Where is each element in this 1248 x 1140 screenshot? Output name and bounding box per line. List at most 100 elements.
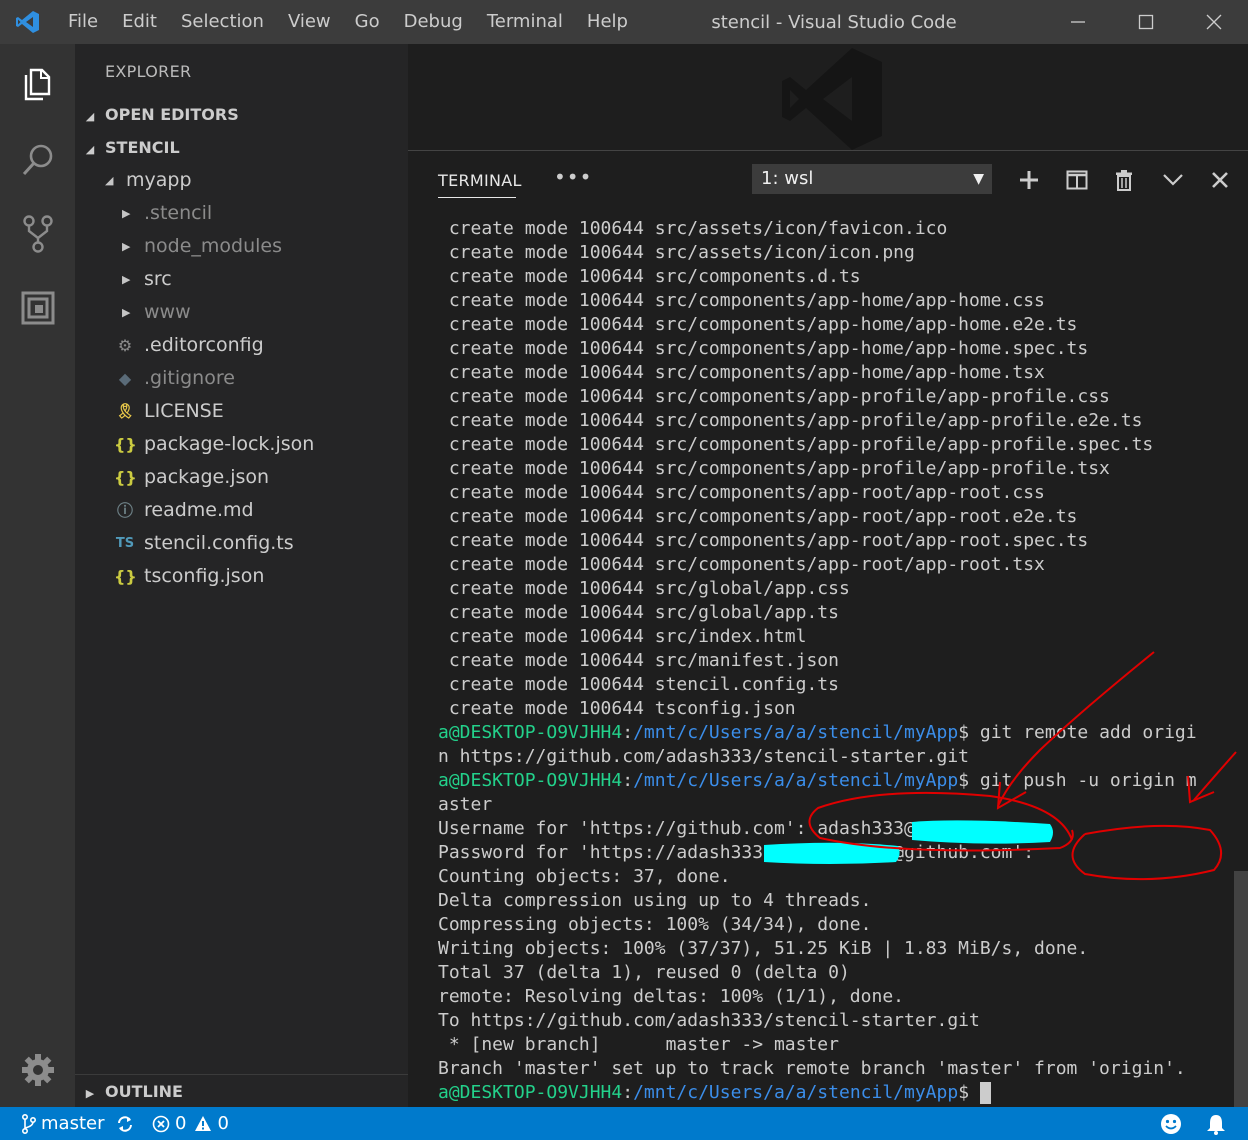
explorer-sidebar: EXPLORER ◢ OPEN EDITORS ◢ STENCIL ◢ myapp ▶.… (75, 44, 408, 1107)
terminal-line: Total 37 (delta 1), reused 0 (delta 0) (438, 962, 850, 983)
terminal-scrollbar[interactable] (1234, 871, 1248, 1107)
terminal-line: create mode 100644 src/components/app-ro… (438, 554, 1045, 575)
menu-go[interactable]: Go (343, 0, 392, 44)
warning-count: 0 (217, 1113, 229, 1134)
terminal-line: Branch 'master' set up to track remote b… (438, 1058, 1186, 1079)
tree-item[interactable]: 🎗 LICENSE (75, 395, 408, 428)
tree-item[interactable]: {} tsconfig.json (75, 560, 408, 593)
prompt-user: a@DESKTOP-O9VJHH4 (438, 1082, 623, 1103)
tree-item[interactable]: ⚙ .editorconfig (75, 329, 408, 362)
menu-view[interactable]: View (276, 0, 343, 44)
plus-icon (1020, 171, 1038, 189)
json-file-icon: {} (114, 567, 137, 586)
files-icon[interactable] (0, 46, 75, 122)
menu-selection[interactable]: Selection (169, 0, 276, 44)
sync-button[interactable] (116, 1107, 134, 1140)
terminal-line: To https://github.com/adash333/stencil-s… (438, 1010, 980, 1031)
split-terminal-button[interactable] (1062, 165, 1092, 195)
terminal-command (969, 1082, 980, 1103)
tree-item[interactable]: ▶ src (75, 263, 408, 296)
more-actions-icon[interactable]: ••• (554, 165, 592, 189)
tree-item[interactable]: ▶ www (75, 296, 408, 329)
bottom-panel: TERMINAL ••• 1: wsl ▼ create mode 100644… (408, 150, 1248, 1108)
tree-item[interactable]: ▶ .stencil (75, 197, 408, 230)
close-window-button[interactable] (1180, 0, 1248, 44)
notifications-button[interactable] (1205, 1107, 1227, 1140)
terminal-command: git push -u origin m (969, 770, 1197, 791)
close-icon (1206, 14, 1222, 30)
tree-item-label: .editorconfig (144, 334, 264, 356)
tree-item[interactable]: ◢ myapp (75, 164, 408, 197)
tree-item[interactable]: TS stencil.config.ts (75, 527, 408, 560)
chevron-down-icon: ◢ (105, 174, 114, 187)
terminal-select[interactable]: 1: wsl ▼ (752, 164, 992, 194)
minimize-icon (1071, 21, 1085, 23)
workspace-header[interactable]: ◢ STENCIL (75, 131, 408, 164)
menu-edit[interactable]: Edit (110, 0, 169, 44)
typescript-file-icon: TS (115, 536, 135, 551)
tree-item-label: src (144, 268, 172, 290)
sync-icon (118, 1115, 132, 1132)
extensions-icon[interactable] (0, 270, 75, 346)
window-controls (1044, 0, 1248, 44)
settings-gear-icon[interactable] (0, 1032, 75, 1108)
tree-item-label: readme.md (144, 499, 254, 521)
vscode-logo-icon (0, 0, 56, 44)
terminal-line: Password for 'https://adash333 @github.c… (438, 842, 1035, 863)
menu-file[interactable]: File (56, 0, 110, 44)
tree-item-label: package.json (144, 466, 270, 488)
kill-terminal-button[interactable] (1109, 165, 1139, 195)
editor-area[interactable] (408, 44, 1248, 150)
terminal-line: a@DESKTOP-O9VJHH4:/mnt/c/Users/a/a/stenc… (438, 721, 1238, 745)
tree-item[interactable]: ⓘ readme.md (75, 494, 408, 527)
new-terminal-button[interactable] (1014, 165, 1044, 195)
feedback-button[interactable] (1160, 1107, 1182, 1140)
menu-terminal[interactable]: Terminal (475, 0, 575, 44)
tree-item-label: package-lock.json (144, 433, 315, 455)
terminal-line: a@DESKTOP-O9VJHH4:/mnt/c/Users/a/a/stenc… (438, 769, 1238, 793)
outline-label: OUTLINE (105, 1082, 183, 1101)
tree-item[interactable]: ▶ node_modules (75, 230, 408, 263)
tab-terminal[interactable]: TERMINAL (438, 171, 522, 190)
git-branch-icon (22, 1113, 36, 1134)
terminal-output[interactable]: create mode 100644 src/assets/icon/favic… (438, 217, 1238, 1107)
terminal-line: create mode 100644 src/components/app-ro… (438, 506, 1078, 527)
terminal-cursor (979, 1082, 991, 1104)
tree-item-label: .gitignore (144, 367, 235, 389)
terminal-line: remote: Resolving deltas: 100% (1/1), do… (438, 986, 904, 1007)
open-editors-header[interactable]: ◢ OPEN EDITORS (75, 98, 408, 131)
tree-item-label: stencil.config.ts (144, 532, 294, 554)
prompt-symbol: $ (958, 722, 970, 743)
minimize-button[interactable] (1044, 0, 1112, 44)
menu-debug[interactable]: Debug (392, 0, 475, 44)
maximize-button[interactable] (1112, 0, 1180, 44)
error-icon (152, 1115, 170, 1132)
git-branch-label: master (41, 1113, 105, 1134)
title-bar: File Edit Selection View Go Debug Termin… (0, 0, 1248, 44)
tree-item[interactable]: ◆ .gitignore (75, 362, 408, 395)
info-file-icon: ⓘ (116, 501, 133, 520)
menu-bar: File Edit Selection View Go Debug Termin… (56, 0, 640, 44)
git-file-icon: ◆ (118, 369, 132, 388)
dropdown-arrow-icon: ▼ (973, 171, 984, 187)
prompt-path: /mnt/c/Users/a/a/stencil/myApp (633, 770, 959, 791)
tree-item[interactable]: {} package-lock.json (75, 428, 408, 461)
source-control-icon[interactable] (0, 196, 75, 272)
smiley-icon (1161, 1113, 1181, 1134)
tree-item[interactable]: {} package.json (75, 461, 408, 494)
vscode-watermark-icon (778, 44, 888, 154)
maximize-panel-button[interactable] (1158, 165, 1188, 195)
search-icon[interactable] (0, 122, 75, 198)
problems-status[interactable]: 0 0 (152, 1107, 229, 1140)
trash-icon (1116, 170, 1132, 191)
terminal-line: create mode 100644 src/components/app-ho… (438, 362, 1045, 383)
menu-help[interactable]: Help (575, 0, 640, 44)
terminal-line: create mode 100644 src/components/app-pr… (438, 434, 1154, 455)
outline-header[interactable]: ▶ OUTLINE (75, 1074, 408, 1108)
chevron-right-icon: ▶ (85, 1087, 95, 1100)
git-branch-status[interactable]: master (22, 1107, 104, 1140)
status-bar: master 0 0 (0, 1107, 1248, 1140)
terminal-line: create mode 100644 src/assets/icon/favic… (438, 218, 948, 239)
tree-item-label: tsconfig.json (144, 565, 265, 587)
close-panel-button[interactable] (1205, 165, 1235, 195)
